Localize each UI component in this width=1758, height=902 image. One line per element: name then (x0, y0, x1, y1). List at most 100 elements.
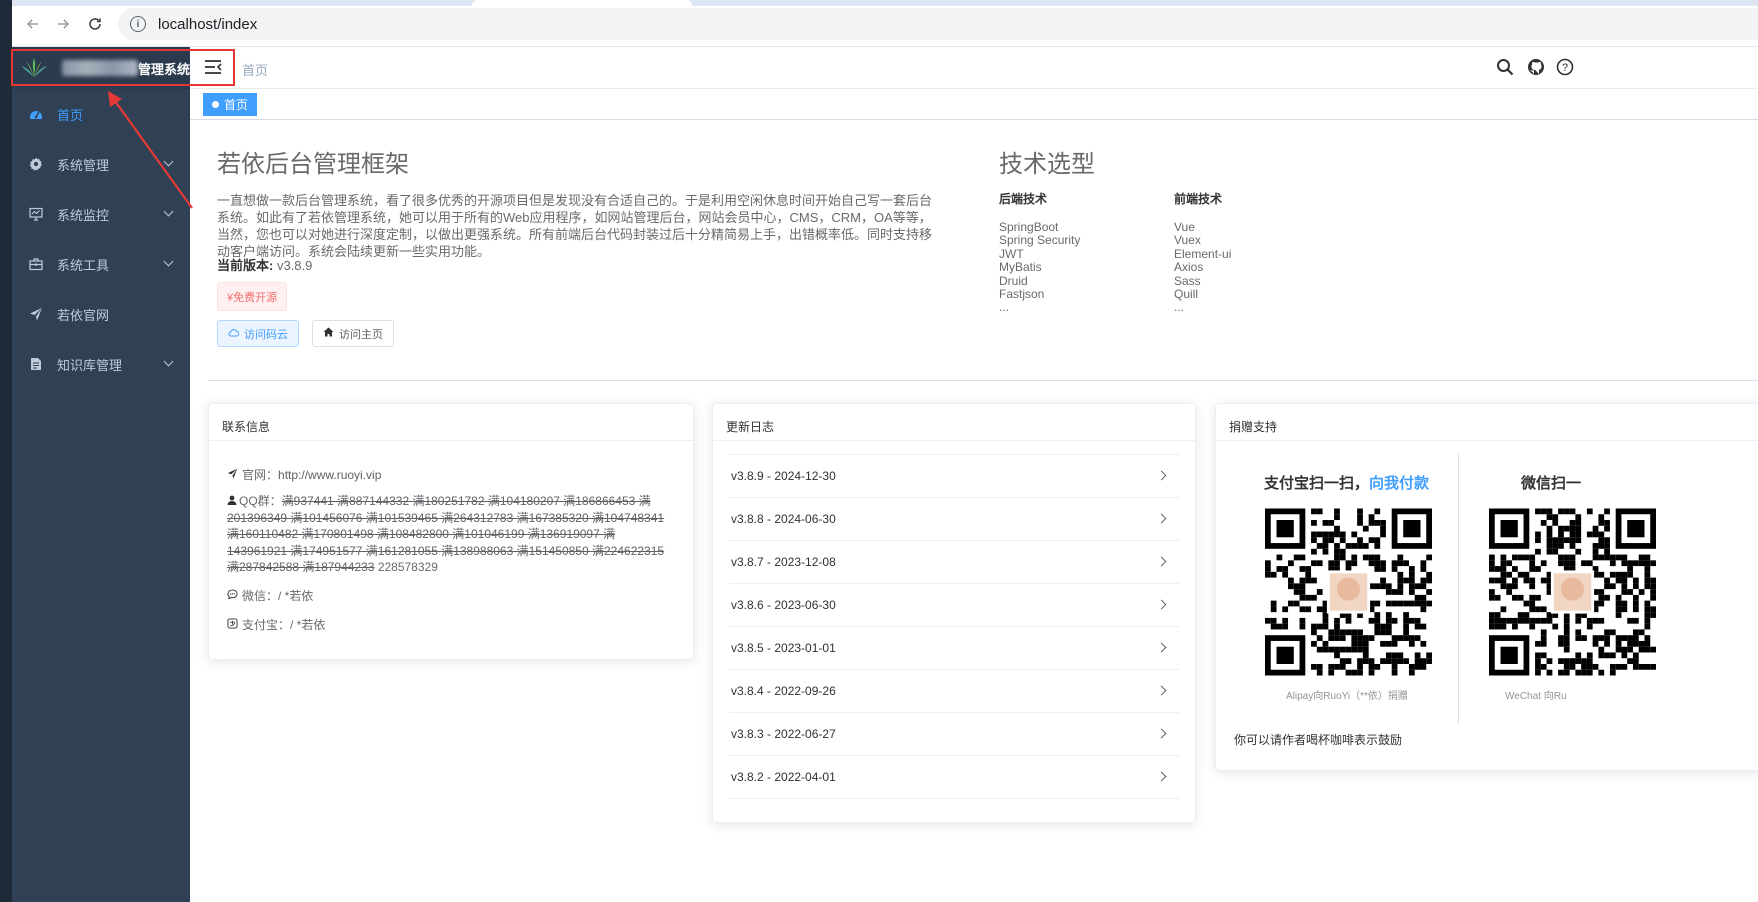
back-arrow-icon[interactable] (22, 13, 44, 35)
sidebar-item-system-monitor[interactable]: 系统监控 (12, 189, 190, 239)
alipay-title: 支付宝扫一扫，向我付款 (1264, 472, 1429, 493)
tech-item: ... (1174, 300, 1185, 315)
home-icon (323, 327, 334, 340)
tech-item: MyBatis (999, 260, 1042, 275)
changelog-item[interactable]: v3.8.9 - 2024-12-30 (729, 455, 1179, 498)
sidebar-item-home[interactable]: 首页 (12, 89, 190, 139)
logo-icon (21, 58, 47, 77)
changelog-item[interactable]: v3.8.8 - 2024-06-30 (729, 498, 1179, 541)
sidebar-item-ruoyi-site[interactable]: 若依官网 (12, 289, 190, 339)
changelog-item[interactable]: v3.8.7 - 2023-12-08 (729, 541, 1179, 584)
alipay-qr-code (1265, 508, 1432, 676)
tech-item: Axios (1174, 260, 1204, 275)
website-link[interactable]: http://www.ruoyi.vip (278, 468, 381, 482)
chevron-right-icon (1156, 470, 1167, 481)
navbar: 首页 ? (190, 47, 1758, 89)
card-header: 捐赠支持 (1216, 404, 1758, 441)
sidebar-item-label: 首页 (57, 107, 84, 123)
changelog-card: 更新日志 v3.8.9 - 2024-12-30 v3.8.8 - 2024-0… (712, 403, 1196, 823)
changelog-item-title: v3.8.3 - 2022-06-27 (731, 727, 836, 741)
chevron-down-icon (163, 206, 174, 217)
tag-home[interactable]: 首页 (203, 93, 258, 116)
website-label: 官网： (242, 468, 279, 482)
card-header: 联系信息 (209, 404, 693, 441)
sidebar-item-system-tools[interactable]: 系统工具 (12, 239, 190, 289)
chevron-down-icon (163, 256, 174, 267)
reload-icon[interactable] (84, 13, 106, 35)
address-bar[interactable]: i localhost/index (118, 8, 1758, 40)
browser-tab[interactable] (472, 0, 692, 6)
url-text: localhost/index (158, 15, 258, 33)
alipay-text: 支付宝：/ *若依 (242, 618, 326, 632)
qq-groups: QQ群：满937441 满887144332 满180251782 满10418… (227, 493, 672, 576)
changelog-item[interactable]: v3.8.4 - 2022-09-26 (729, 670, 1179, 713)
sidebar-item-system-management[interactable]: 系统管理 (12, 139, 190, 189)
chevron-right-icon (1156, 771, 1167, 782)
page-title: 若依后台管理框架 (217, 151, 409, 178)
changelog-item[interactable]: v3.8.3 - 2022-06-27 (729, 713, 1179, 756)
visit-homepage-button[interactable]: 访问主页 (312, 320, 394, 347)
breadcrumb: 首页 (242, 63, 269, 78)
changelog-item[interactable]: v3.8.5 - 2023-01-01 (729, 627, 1179, 670)
chevron-right-icon (1156, 556, 1167, 567)
section-divider (208, 380, 1758, 381)
pay-me-link[interactable]: 向我付款 (1369, 475, 1429, 492)
toolbox-icon (29, 257, 43, 271)
send-icon (29, 307, 43, 321)
changelog-item-title: v3.8.8 - 2024-06-30 (731, 512, 836, 526)
tag-label: 首页 (224, 98, 249, 112)
tech-item: Vue (1174, 220, 1195, 234)
hamburger-menu-icon[interactable] (204, 59, 222, 75)
version-label: 当前版本: (217, 258, 274, 273)
help-icon[interactable]: ? (1556, 58, 1574, 76)
active-dot-icon (212, 101, 219, 108)
wechat-text: 微信：/ *若依 (242, 589, 314, 603)
changelog-item-title: v3.8.7 - 2023-12-08 (731, 555, 836, 569)
qq-label: QQ群： (239, 494, 282, 508)
free-open-source-tag: ¥免费开源 (217, 282, 288, 311)
sidebar-item-label: 系统工具 (57, 257, 110, 273)
tech-item: ... (999, 300, 1010, 315)
website-row: 官网： http://www.ruoyi.vip (227, 466, 381, 483)
chevron-right-icon (1156, 599, 1167, 610)
wechat-qr-code (1489, 508, 1656, 676)
changelog-item-title: v3.8.5 - 2023-01-01 (731, 641, 836, 655)
backend-tech-list: 后端技术 SpringBoot Spring Security JWT MyBa… (999, 190, 1080, 315)
tech-item: Sass (1174, 273, 1201, 288)
changelog-item-title: v3.8.2 - 2022-04-01 (731, 770, 836, 784)
changelog-item-title: v3.8.6 - 2023-06-30 (731, 598, 836, 612)
donate-card: 捐赠支持 支付宝扫一扫，向我付款 Alipay向RuoYi（**依）捐赠 微信扫… (1215, 403, 1758, 771)
button-label: 访问码云 (244, 328, 288, 341)
qq-old-groups: 满937441 满887144332 满180251782 满104180207… (227, 494, 665, 574)
tech-item: Fastjson (999, 287, 1045, 302)
wechat-caption: WeChat 向Ru (1505, 691, 1567, 702)
browser-toolbar: i localhost/index (12, 0, 1758, 47)
backend-tech-title: 后端技术 (999, 192, 1048, 206)
button-label: 访问主页 (339, 328, 383, 341)
wechat-title: 微信扫一 (1521, 475, 1582, 492)
intro-description: 一直想做一款后台管理系统，看了很多优秀的开源项目但是发现没有合适自己的。于是利用… (217, 193, 933, 259)
main-content: 若依后台管理框架 一直想做一款后台管理系统，看了很多优秀的开源项目但是发现没有合… (190, 120, 1758, 902)
site-info-icon[interactable]: i (130, 16, 146, 32)
cloud-icon (228, 328, 240, 340)
browser-tab-strip (12, 0, 1758, 6)
user-icon (227, 493, 239, 510)
changelog-item[interactable]: v3.8.6 - 2023-06-30 (729, 584, 1179, 627)
chat-icon (227, 588, 239, 603)
card-header: 更新日志 (713, 404, 1195, 441)
github-icon[interactable] (1527, 58, 1545, 76)
forward-arrow-icon[interactable] (52, 13, 74, 35)
sidebar-logo[interactable]: 管理系统 (12, 47, 190, 89)
sidebar: 管理系统 首页 系统管理 系统监控 系统工具 若依官网 知识库管理 (12, 47, 190, 902)
wechat-row: 微信：/ *若依 (227, 587, 313, 604)
sidebar-item-knowledge-base[interactable]: 知识库管理 (12, 339, 190, 389)
sidebar-item-label: 系统管理 (57, 157, 110, 173)
send-icon (227, 468, 239, 482)
monitor-icon (29, 207, 43, 221)
search-icon[interactable] (1496, 58, 1514, 76)
frontend-tech-title: 前端技术 (1174, 192, 1223, 206)
visit-gitee-button[interactable]: 访问码云 (217, 320, 299, 347)
tech-item: Quill (1174, 287, 1199, 302)
alipay-caption: Alipay向RuoYi（**依）捐赠 (1286, 691, 1408, 702)
changelog-item[interactable]: v3.8.2 - 2022-04-01 (729, 756, 1179, 799)
